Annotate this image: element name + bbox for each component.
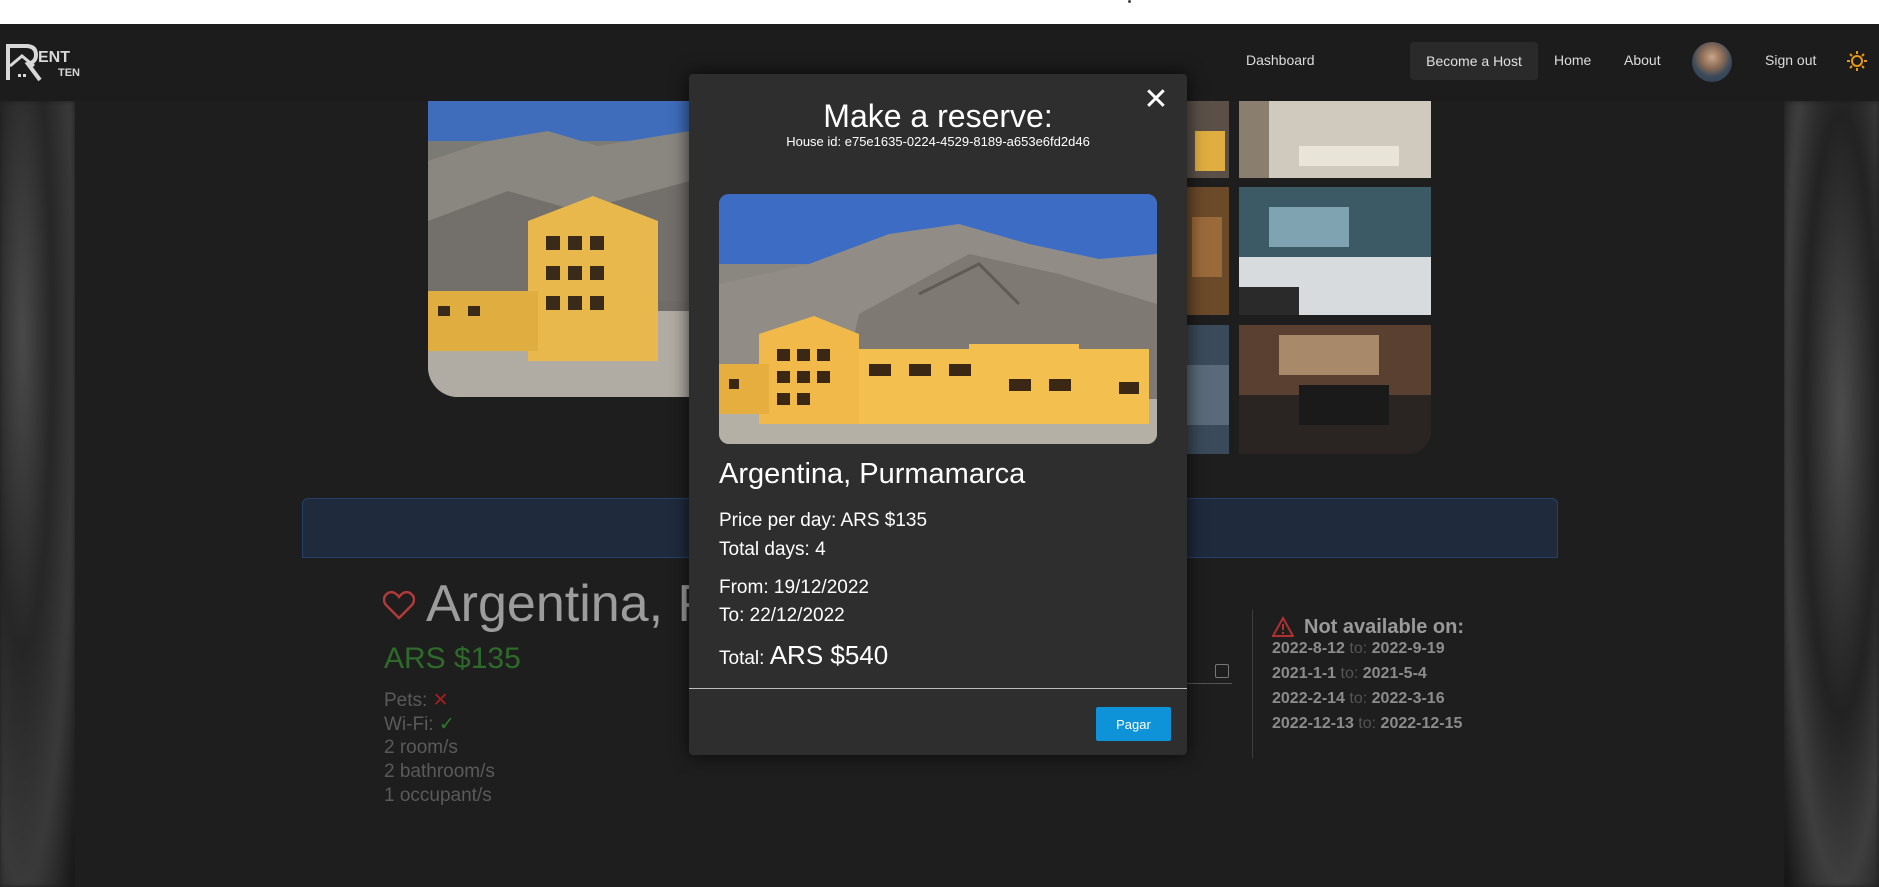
unavailable-range: 2022-2-14 to: 2022-3-16 [1272,690,1445,708]
modal-place: Argentina, Purmamarca [719,458,1026,490]
to-date: To: 22/12/2022 [719,605,845,626]
range-to-word: to: [1349,690,1368,707]
loading-dot [1128,0,1131,3]
range-to-word: to: [1340,665,1359,682]
price-per-day: Price per day: ARS $135 [719,510,928,531]
modal-footer-divider [689,688,1187,689]
wifi-label: Wi-Fi: [384,714,434,735]
unavailable-range: 2022-12-13 to: 2022-12-15 [1272,715,1462,733]
logo-text-bottom: TEN [58,67,80,79]
gallery-thumb-1[interactable] [1187,101,1229,178]
gallery-thumb-3[interactable] [1187,187,1229,315]
nav-sign-out[interactable]: Sign out [1765,52,1816,68]
feature-wifi: Wi-Fi: ✓ [384,713,455,736]
logo-text-top: ENT [38,49,70,66]
range-from: 2022-8-12 [1272,640,1345,657]
unavailable-range: 2021-1-1 to: 2021-5-4 [1272,665,1427,683]
range-to: 2022-12-15 [1380,715,1463,732]
warning-icon [1271,615,1295,638]
total-days: Total days: 4 [719,539,826,560]
pay-button[interactable]: Pagar [1096,707,1171,741]
range-to: 2022-9-19 [1371,640,1445,657]
nav-home[interactable]: Home [1554,52,1591,68]
range-to: 2022-3-16 [1371,690,1445,707]
range-to-word: to: [1358,715,1377,732]
total-value: ARS $540 [769,640,889,670]
total-label: Total: [719,648,765,669]
unavailable-range: 2022-8-12 to: 2022-9-19 [1272,640,1445,658]
divider [1252,610,1253,758]
range-from: 2021-1-1 [1272,665,1337,682]
nav-dashboard[interactable]: Dashboard [1246,52,1315,68]
modal-title: Make a reserve: [823,98,1053,134]
feature-occupants: 1 occupant/s [384,785,492,806]
browser-top-strip [0,0,1879,24]
date-input-underline[interactable] [1180,683,1232,684]
pets-label: Pets: [384,690,428,711]
range-to-word: to: [1349,640,1368,657]
house-id: House id: e75e1635-0224-4529-8189-a653e6… [786,134,1090,149]
modal-house-photo [719,194,1157,444]
background-blur-left [0,101,75,887]
page: ENT TEN Dashboard Become a Host Home Abo… [0,24,1879,887]
range-from: 2022-2-14 [1272,690,1345,707]
gallery-thumb-4[interactable] [1239,187,1431,315]
reserve-modal: Make a reserve: House id: e75e1635-0224-… [689,74,1187,755]
heart-icon[interactable] [382,590,416,620]
range-to: 2021-5-4 [1362,665,1427,682]
gallery-main-photo[interactable] [428,101,690,397]
sun-icon[interactable] [1846,50,1868,72]
cross-icon: ✕ [432,690,449,711]
background-blur-right [1784,101,1879,887]
feature-pets: Pets: ✕ [384,689,449,712]
user-avatar[interactable] [1692,42,1732,82]
feature-bathrooms: 2 bathroom/s [384,761,495,782]
nav-about[interactable]: About [1624,52,1661,68]
not-available-title: Not available on: [1304,616,1465,638]
from-date: From: 19/12/2022 [719,577,869,598]
check-icon: ✓ [438,714,455,735]
listing-title: Argentina, P [426,575,713,633]
gallery-thumb-6[interactable] [1239,325,1431,454]
listing-price: ARS $135 [384,642,521,675]
gallery-thumb-2[interactable] [1239,101,1431,178]
rent-ten-logo[interactable]: ENT TEN [6,40,88,84]
become-host-button[interactable]: Become a Host [1410,42,1538,80]
total-row: Total: ARS $540 [719,640,888,671]
range-from: 2022-12-13 [1272,715,1354,732]
gallery-thumb-5[interactable] [1187,325,1229,454]
calendar-icon[interactable] [1215,664,1229,678]
close-icon[interactable]: ✕ [1143,85,1169,115]
feature-rooms: 2 room/s [384,737,458,758]
